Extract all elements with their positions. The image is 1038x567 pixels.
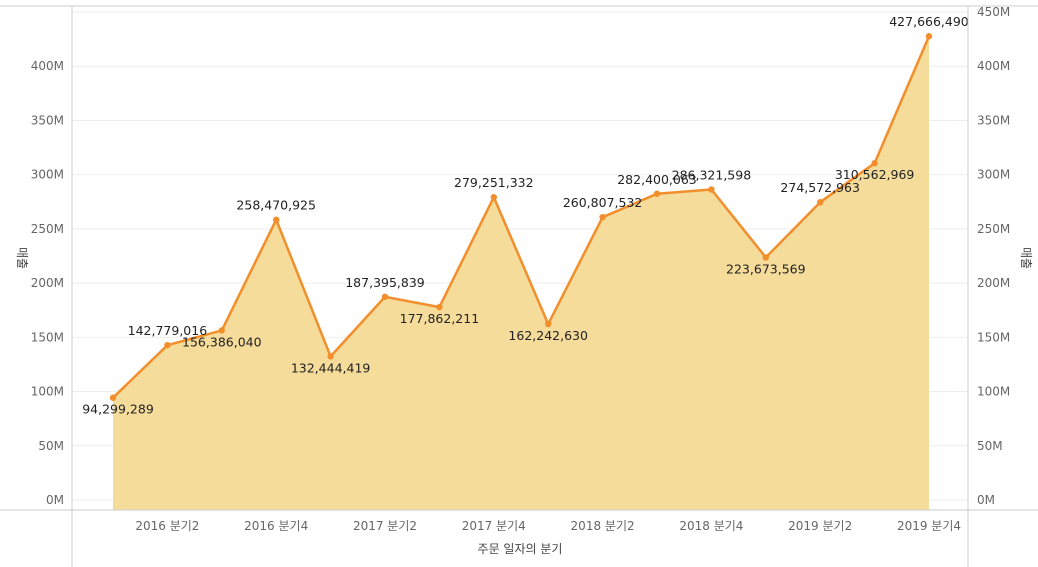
data-label: 223,673,569 (726, 261, 806, 276)
data-point (327, 353, 334, 360)
y-tick-label-right: 300M (977, 168, 1010, 182)
y-tick-label-left: 400M (31, 59, 64, 73)
y-axis-title-right: 매출 (1019, 247, 1033, 269)
y-tick-label-right: 400M (977, 59, 1010, 73)
y-tick-label-left: 300M (31, 168, 64, 182)
data-label: 258,470,925 (236, 198, 316, 213)
data-point (490, 193, 497, 201)
data-point (599, 213, 606, 221)
y-tick-label-right: 200M (977, 276, 1010, 290)
y-tick-label-left: 200M (31, 276, 64, 290)
x-ticks: 2016 분기2 2016 분기4 2017 분기2 2017 분기4 2018 분기2… (135, 519, 961, 533)
data-label: 187,395,839 (345, 275, 425, 290)
y-tick-label-left: 50M (38, 439, 64, 453)
x-tick-label: 2017 분기4 (462, 519, 526, 533)
data-point (218, 327, 225, 334)
data-point (164, 341, 171, 349)
data-point (653, 190, 661, 197)
y-tick-label-right: 250M (977, 222, 1010, 236)
data-point (381, 293, 389, 300)
x-tick-label: 2016 분기2 (135, 519, 199, 533)
y-ticks-left: 0M 50M 100M 150M 200M 250M 300M 350M 400M (31, 59, 64, 507)
y-tick-label-left: 100M (31, 385, 64, 399)
x-tick-label: 2018 분기2 (571, 519, 635, 533)
data-point (925, 33, 933, 40)
data-label: 94,299,289 (82, 402, 154, 417)
x-axis-title: 주문 일자의 분기 (478, 542, 563, 556)
y-tick-label-left: 250M (31, 222, 64, 236)
y-tick-label-right: 100M (977, 385, 1010, 399)
y-tick-label-right: 150M (977, 330, 1010, 344)
y-tick-label-right: 350M (977, 113, 1010, 127)
y-ticks-right: 0M 50M 100M 150M 200M 250M 300M 350M 400M 450M (977, 5, 1010, 507)
y-tick-label-right: 450M (977, 5, 1010, 19)
data-label: 279,251,332 (454, 175, 534, 190)
x-tick-label: 2019 분기2 (788, 519, 852, 533)
y-tick-label-left: 0M (46, 493, 64, 507)
data-label: 132,444,419 (291, 360, 371, 375)
data-point (436, 303, 443, 311)
data-point (545, 320, 552, 328)
y-tick-label-left: 150M (31, 330, 64, 344)
data-point (109, 394, 117, 401)
data-label: 286,321,598 (672, 168, 752, 183)
data-point (708, 186, 715, 193)
data-label: 260,807,532 (563, 195, 643, 210)
data-point (273, 216, 280, 223)
y-tick-label-right: 50M (977, 439, 1003, 453)
area-fill (113, 36, 929, 510)
data-point (817, 199, 824, 206)
x-tick-label: 2018 분기4 (679, 519, 743, 533)
x-tick-label: 2019 분기4 (897, 519, 961, 533)
area-chart: 94,299,289142,779,016156,386,040258,470,… (0, 5, 1038, 567)
data-label: 310,562,969 (835, 167, 915, 182)
data-point (871, 160, 878, 167)
data-label: 427,666,490 (889, 14, 969, 29)
y-tick-label-left: 350M (31, 113, 64, 127)
data-label: 156,386,040 (182, 334, 262, 349)
data-label: 274,572,963 (780, 180, 860, 195)
x-tick-label: 2016 분기4 (244, 519, 308, 533)
data-label: 177,862,211 (400, 311, 480, 326)
x-tick-label: 2017 분기2 (353, 519, 417, 533)
data-label: 162,242,630 (508, 328, 588, 343)
y-tick-label-right: 0M (977, 493, 995, 507)
data-point (762, 254, 769, 261)
y-axis-title-left: 매출 (15, 247, 29, 269)
